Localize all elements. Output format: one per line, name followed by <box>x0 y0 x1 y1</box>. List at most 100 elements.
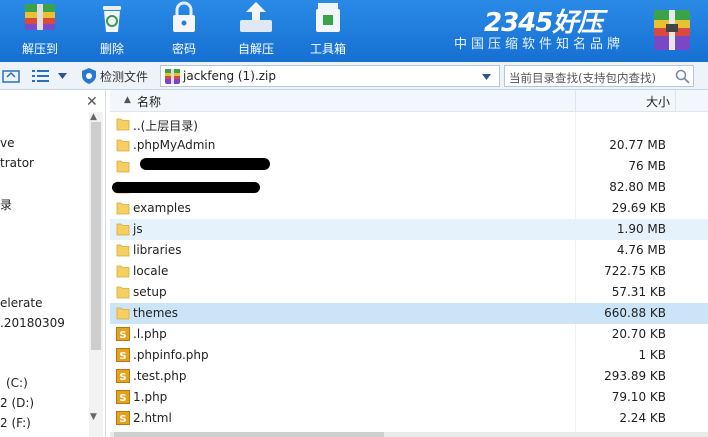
svg-text:S: S <box>119 351 126 362</box>
zip-archive-icon <box>165 69 180 84</box>
password-button[interactable]: 密码 <box>154 0 214 62</box>
path-field[interactable]: jackfeng (1).zip <box>160 65 500 87</box>
brand-logo: 2345好压 中国压缩软件知名品牌 <box>454 0 694 62</box>
self-extract-button[interactable]: 自解压 <box>226 0 286 62</box>
tree-item-drive-c[interactable]: (C:) <box>6 376 28 390</box>
redaction-mark <box>112 182 260 193</box>
file-size: 20.77 MB <box>609 138 666 152</box>
file-row[interactable]: S 2.html 2.24 KB <box>110 408 708 429</box>
path-dropdown-icon[interactable] <box>482 74 491 80</box>
file-name: js <box>133 222 143 236</box>
folder-icon <box>116 223 130 236</box>
scroll-up-icon[interactable]: ▲ <box>90 112 97 122</box>
tree-scrollbar[interactable]: ▲ ▼ <box>89 112 103 437</box>
folder-row[interactable]: libraries 4.76 MB <box>110 240 708 261</box>
close-icon[interactable]: ✕ <box>86 94 98 110</box>
folder-icon <box>116 244 130 257</box>
tree-item[interactable]: .20180309 <box>0 316 65 330</box>
file-size: 1 KB <box>638 348 666 362</box>
search-icon[interactable] <box>675 69 690 84</box>
tree-item[interactable]: elerate <box>0 296 42 310</box>
column-header-name[interactable]: 名称 <box>137 93 161 110</box>
tree-item[interactable]: 录 <box>0 196 12 213</box>
svg-text:S: S <box>119 330 126 341</box>
folder-row[interactable]: js 1.90 MB <box>110 219 708 240</box>
extract-to-label: 解压到 <box>21 42 58 56</box>
horizontal-scroll-thumb[interactable] <box>114 432 384 437</box>
redaction-mark <box>140 158 270 170</box>
file-size: 660.88 KB <box>604 306 666 320</box>
search-placeholder: 当前目录查找(支持包内查找) <box>509 71 656 85</box>
folder-row[interactable]: examples 29.69 KB <box>110 198 708 219</box>
file-name: themes <box>133 306 179 320</box>
main-toolbar: 解压到 删除 密码 自解压 工具箱 2345好压 中国压缩软件知名品牌 <box>0 0 708 62</box>
folder-icon <box>116 202 130 215</box>
address-bar: 检测文件 jackfeng (1).zip 当前目录查找(支持包内查找) <box>0 62 708 90</box>
folder-icon <box>116 307 130 320</box>
file-row[interactable]: S .test.php 293.89 KB <box>110 366 708 387</box>
folder-icon <box>116 118 130 131</box>
file-name: 2.html <box>133 411 172 425</box>
script-file-icon: S <box>116 369 130 383</box>
detect-file-label: 检测文件 <box>100 70 149 84</box>
view-list-icon[interactable] <box>32 69 50 83</box>
delete-button[interactable]: 删除 <box>82 0 142 62</box>
shield-icon <box>82 68 96 84</box>
tree-item-drive-d[interactable]: 2 (D:) <box>0 396 34 410</box>
lock-icon <box>173 1 195 32</box>
column-header-size[interactable]: 大小 <box>646 93 670 110</box>
file-size: 293.89 KB <box>604 369 666 383</box>
folder-icon <box>116 139 130 152</box>
self-extract-label: 自解压 <box>237 42 274 56</box>
file-name: locale <box>133 264 169 278</box>
script-file-icon: S <box>116 327 130 341</box>
file-size: 82.80 MB <box>609 180 666 194</box>
folder-row[interactable]: themes 660.88 KB <box>110 303 708 324</box>
scroll-down-icon[interactable]: ▼ <box>90 412 97 422</box>
extract-to-button[interactable]: 解压到 <box>10 0 70 62</box>
folder-row[interactable]: locale 722.75 KB <box>110 261 708 282</box>
tree-item-drive-f[interactable]: 2 (F:) <box>0 416 31 430</box>
file-size: 29.69 KB <box>611 201 666 215</box>
tree-scroll-thumb[interactable] <box>91 122 101 350</box>
brand-slogan: 中国压缩软件知名品牌 <box>454 37 625 52</box>
folder-up-icon[interactable] <box>2 68 22 84</box>
folder-row[interactable]: ..(上层目录) <box>110 114 708 135</box>
file-name: setup <box>133 285 167 299</box>
file-name: libraries <box>133 243 182 257</box>
archive-path: jackfeng (1).zip <box>183 69 276 83</box>
folder-icon <box>116 286 130 299</box>
file-size: 1.90 MB <box>616 222 666 236</box>
file-name: 1.php <box>133 390 168 404</box>
tree-item[interactable]: ve <box>0 136 14 150</box>
password-label: 密码 <box>171 42 196 56</box>
folder-row[interactable]: .phpMyAdmin 20.77 MB <box>110 135 708 156</box>
horizontal-scrollbar[interactable] <box>110 432 708 437</box>
file-size: 76 MB <box>628 159 666 173</box>
delete-label: 删除 <box>99 42 124 56</box>
search-input[interactable]: 当前目录查找(支持包内查找) <box>504 65 694 87</box>
file-name: .l.php <box>133 327 167 341</box>
file-list: ▲ 名称 大小 ..(上层目录) .phpMyAdmin 20.77 MB 76 MB… <box>110 90 708 437</box>
file-name: .phpMyAdmin <box>133 138 216 152</box>
svg-text:S: S <box>119 393 126 404</box>
folder-tree-panel: ✕ ve trator 录 elerate .20180309 (C:) 2 (… <box>0 90 106 437</box>
folder-row[interactable]: setup 57.31 KB <box>110 282 708 303</box>
file-row[interactable]: S 1.php 79.10 KB <box>110 387 708 408</box>
folder-icon <box>116 160 130 173</box>
file-name: ..(上层目录) <box>133 119 198 133</box>
chevron-down-icon[interactable] <box>58 73 67 79</box>
tree-item[interactable]: trator <box>0 156 34 170</box>
file-list-header: ▲ 名称 大小 <box>110 90 708 112</box>
file-name: .test.php <box>133 369 187 383</box>
script-file-icon: S <box>116 390 130 404</box>
file-size: 722.75 KB <box>604 264 666 278</box>
toolbox-button[interactable]: 工具箱 <box>298 0 358 62</box>
file-name: .phpinfo.php <box>133 348 209 362</box>
file-size: 4.76 MB <box>616 243 666 257</box>
script-file-icon: S <box>116 411 130 425</box>
sort-arrow-icon: ▲ <box>124 95 131 105</box>
file-row[interactable]: S .l.php 20.70 KB <box>110 324 708 345</box>
archive-box-icon <box>654 10 690 50</box>
file-row[interactable]: S .phpinfo.php 1 KB <box>110 345 708 366</box>
